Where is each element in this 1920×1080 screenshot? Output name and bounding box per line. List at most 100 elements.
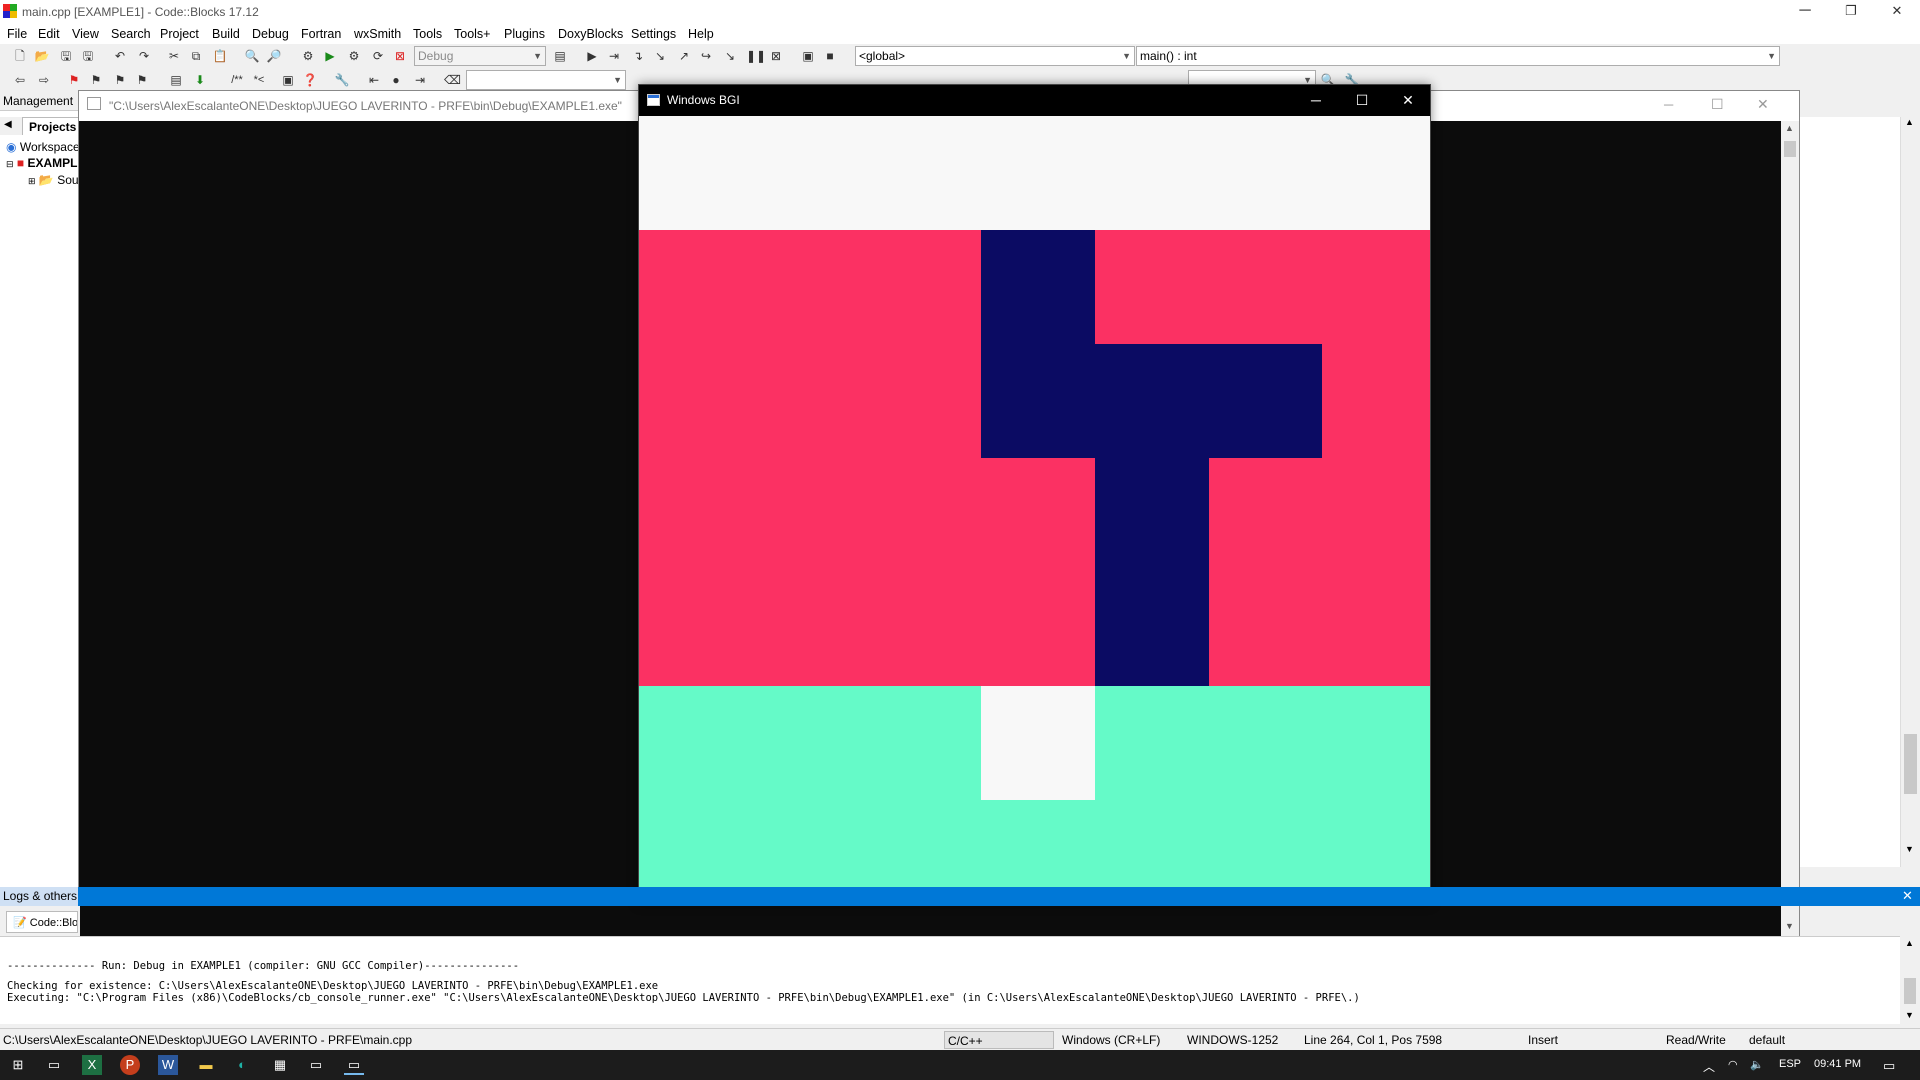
scroll-down-icon[interactable]: ▼ (1785, 921, 1794, 931)
scroll-thumb[interactable] (1904, 734, 1917, 794)
menu-debug[interactable]: Debug (252, 27, 289, 41)
build-run-icon[interactable]: ⚙ (346, 48, 362, 64)
tools-icon[interactable]: 🔧 (334, 72, 350, 88)
comment-icon[interactable]: /** (226, 72, 248, 88)
bgi-close-button[interactable]: ✕ (1385, 85, 1431, 116)
function-select[interactable]: main() : int ▼ (1136, 46, 1780, 66)
scroll-up-icon[interactable]: ▲ (1905, 117, 1914, 127)
scroll-up-icon[interactable]: ▲ (1905, 938, 1914, 948)
help-icon[interactable]: ❓ (302, 72, 318, 88)
menu-build[interactable]: Build (212, 27, 240, 41)
edge-icon[interactable]: ◐ (232, 1055, 252, 1075)
download-icon[interactable]: ⬇ (192, 72, 208, 88)
console-scrollbar[interactable]: ▲ ▼ (1781, 121, 1799, 937)
search-combo[interactable]: ▼ (466, 70, 626, 90)
rebuild-icon[interactable]: ⟳ (370, 48, 386, 64)
debug-windows-icon[interactable]: ▣ (800, 48, 816, 64)
log-scrollbar[interactable]: ▲ ▼ (1900, 936, 1920, 1024)
start-windows-icon[interactable]: ⊞ (8, 1055, 28, 1075)
console-close-button[interactable]: ✕ (1757, 96, 1769, 113)
replace-icon[interactable]: 🔎 (266, 48, 282, 64)
menu-tools[interactable]: Tools (413, 27, 442, 41)
abort-icon[interactable]: ⊠ (392, 48, 408, 64)
find-icon[interactable]: 🔍 (244, 48, 260, 64)
volume-icon[interactable]: 🔈 (1750, 1058, 1764, 1071)
menu-edit[interactable]: Edit (38, 27, 60, 41)
doxywizard-icon[interactable]: ▣ (280, 72, 296, 88)
excel-icon[interactable]: X (82, 1055, 102, 1075)
save-all-icon[interactable]: 🖫 (80, 48, 96, 64)
undo-icon[interactable]: ↶ (112, 48, 128, 64)
redo-icon[interactable]: ↷ (136, 48, 152, 64)
record-icon[interactable]: ● (388, 72, 404, 88)
task-view-icon[interactable]: ▭ (44, 1055, 64, 1075)
run-icon[interactable]: ▶ (322, 48, 338, 64)
wifi-icon[interactable]: ◠ (1728, 1058, 1738, 1071)
menu-view[interactable]: View (72, 27, 99, 41)
back-icon[interactable]: ⇦ (12, 72, 28, 88)
console-task-icon[interactable]: ▭ (306, 1055, 326, 1075)
build-target-select[interactable]: Debug ▼ (414, 46, 546, 66)
collapse-icon[interactable]: ⊟ (6, 159, 14, 169)
console-maximize-button[interactable]: ☐ (1711, 96, 1724, 113)
input-language[interactable]: ESP (1779, 1058, 1801, 1070)
tab-projects[interactable]: Projects (22, 117, 84, 135)
powerpoint-icon[interactable]: P (120, 1055, 140, 1075)
log-output[interactable]: -------------- Run: Debug in EXAMPLE1 (c… (0, 936, 1900, 1024)
scroll-thumb[interactable] (1904, 978, 1916, 1004)
menu-project[interactable]: Project (160, 27, 199, 41)
next-instruction-icon[interactable]: ↪ (698, 48, 714, 64)
jump-prev-icon[interactable]: ⇤ (366, 72, 382, 88)
file-explorer-icon[interactable]: ▬ (196, 1055, 216, 1075)
select-icon[interactable]: ⌫ (444, 72, 461, 88)
bookmark-next-icon[interactable]: ⚑ (112, 72, 128, 88)
step-into-icon[interactable]: ↘ (652, 48, 668, 64)
notifications-icon[interactable]: ▭ (1883, 1058, 1895, 1074)
run-to-cursor-icon[interactable]: ⇥ (606, 48, 622, 64)
tree-item-workspace[interactable]: ◉ Workspace (6, 140, 80, 156)
editor-text-area[interactable] (1800, 117, 1904, 867)
stop-debug-icon[interactable]: ⊠ (768, 48, 784, 64)
clock[interactable]: 09:41 PM (1814, 1058, 1861, 1070)
various-info-icon[interactable]: ■ (822, 48, 838, 64)
menu-fortran[interactable]: Fortran (301, 27, 341, 41)
menu-doxyblocks[interactable]: DoxyBlocks (558, 27, 623, 41)
scroll-up-icon[interactable]: ▲ (1785, 123, 1794, 133)
scope-select[interactable]: <global> ▼ (855, 46, 1135, 66)
menu-settings[interactable]: Settings (631, 27, 676, 41)
uncomment-icon[interactable]: *< (250, 72, 268, 88)
menu-plugins[interactable]: Plugins (504, 27, 545, 41)
bookmark-prev-icon[interactable]: ⚑ (88, 72, 104, 88)
menu-tools-plus[interactable]: Tools+ (454, 27, 490, 41)
open-icon[interactable]: 📂 (34, 48, 50, 64)
menu-wxsmith[interactable]: wxSmith (354, 27, 401, 41)
scroll-down-icon[interactable]: ▼ (1905, 1010, 1914, 1020)
build-icon[interactable]: ⚙ (300, 48, 316, 64)
console-minimize-button[interactable]: ─ (1664, 97, 1673, 112)
target-dialog-icon[interactable]: ▤ (552, 48, 568, 64)
tray-chevron-icon[interactable]: ︿ (1703, 1058, 1715, 1075)
compile-file-icon[interactable]: ▤ (168, 72, 184, 88)
next-line-icon[interactable]: ↴ (630, 48, 646, 64)
new-file-icon[interactable]: 🗋 (12, 48, 28, 64)
logs-close-icon[interactable]: ✕ (1902, 887, 1913, 905)
minimize-button[interactable]: ─ (1782, 0, 1828, 25)
bgi-minimize-button[interactable]: ─ (1293, 85, 1339, 116)
menu-help[interactable]: Help (688, 27, 714, 41)
paste-icon[interactable]: 📋 (212, 48, 228, 64)
bgi-canvas[interactable] (639, 116, 1430, 903)
forward-icon[interactable]: ⇨ (36, 72, 52, 88)
debug-start-icon[interactable]: ▶ (584, 48, 600, 64)
word-icon[interactable]: W (158, 1055, 178, 1075)
close-button[interactable]: ✕ (1874, 0, 1920, 25)
menu-file[interactable]: File (7, 27, 27, 41)
cut-icon[interactable]: ✂ (166, 48, 182, 64)
tab-codeblocks-log[interactable]: 📝 Code::Blocks (6, 911, 78, 933)
scroll-thumb[interactable] (1784, 141, 1796, 157)
expand-icon[interactable]: ⊞ (28, 176, 36, 186)
editor-scrollbar[interactable]: ▲ ▼ (1900, 117, 1920, 867)
pause-icon[interactable]: ❚❚ (746, 48, 766, 64)
bgi-task-icon[interactable]: ▭ (344, 1055, 364, 1075)
restore-button[interactable]: ❐ (1828, 0, 1874, 25)
save-icon[interactable]: 🖫 (58, 48, 74, 64)
